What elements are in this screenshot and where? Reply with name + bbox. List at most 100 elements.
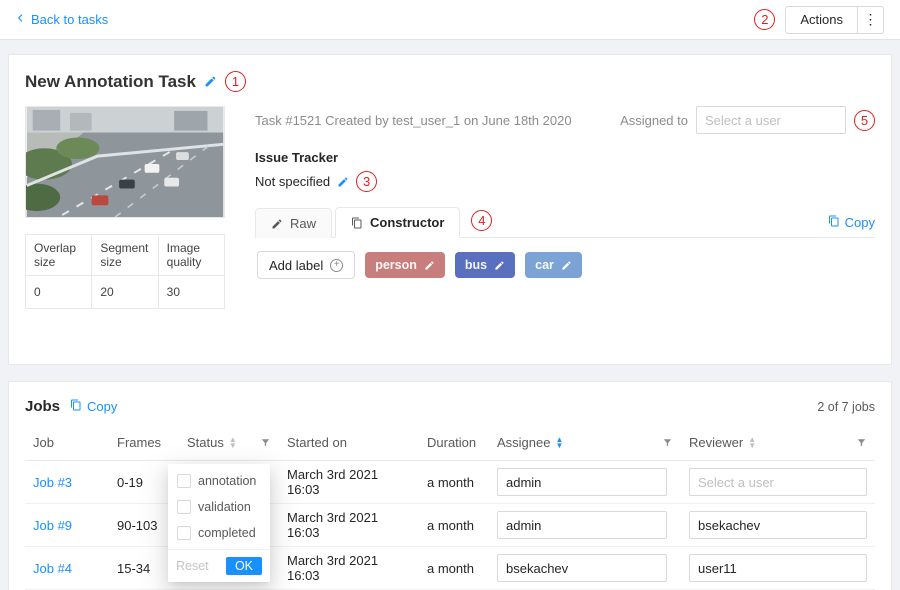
sort-icon: ▲▼ xyxy=(229,437,237,449)
back-to-tasks-link[interactable]: Back to tasks xyxy=(16,12,108,27)
reviewer-input[interactable] xyxy=(689,468,867,496)
edit-label-icon[interactable] xyxy=(424,260,435,271)
jobs-table-header-row: Job Frames Status ▲▼ Started on Duration xyxy=(25,425,875,461)
filter-option-annotation[interactable]: annotation xyxy=(168,468,270,494)
actions-button[interactable]: Actions ⋮ xyxy=(785,6,884,34)
block-icon xyxy=(351,217,363,229)
edit-title-icon[interactable] xyxy=(204,75,217,88)
col-header-status[interactable]: Status ▲▼ xyxy=(179,425,279,461)
task-assignee-input[interactable] xyxy=(696,106,846,134)
top-bar: Back to tasks 2 Actions ⋮ xyxy=(0,0,900,40)
annotation-marker-3: 3 xyxy=(356,171,377,192)
annotation-marker-5: 5 xyxy=(854,110,875,131)
edit-label-icon[interactable] xyxy=(494,260,505,271)
label-chip-car-name: car xyxy=(535,258,554,272)
param-header-segment: Segment size xyxy=(92,235,158,276)
filter-option-label: validation xyxy=(198,500,251,514)
col-header-started: Started on xyxy=(279,425,419,461)
started-cell: March 3rd 2021 16:03 xyxy=(279,461,419,504)
checkbox[interactable] xyxy=(177,474,191,488)
label-chip-bus[interactable]: bus xyxy=(455,252,515,278)
jobs-copy-link[interactable]: Copy xyxy=(70,399,117,414)
add-label-button[interactable]: Add label + xyxy=(257,251,355,279)
assigned-to-label: Assigned to xyxy=(620,113,688,128)
label-chip-car[interactable]: car xyxy=(525,252,582,278)
issue-tracker-value: Not specified xyxy=(255,174,330,189)
col-header-job: Job xyxy=(25,425,109,461)
pencil-icon xyxy=(271,218,283,230)
edit-label-icon[interactable] xyxy=(561,260,572,271)
jobs-title: Jobs xyxy=(25,398,60,415)
col-header-assignee[interactable]: Assignee ▲▼ xyxy=(489,425,681,461)
sort-icon: ▲▼ xyxy=(748,437,756,449)
jobs-card: Jobs Copy 2 of 7 jobs Job Frames Status xyxy=(8,381,892,590)
table-row: Job #3 0-19 March 3rd 2021 16:03 a month xyxy=(25,461,875,504)
annotation-marker-1: 1 xyxy=(225,71,246,92)
assignee-input[interactable] xyxy=(497,511,667,539)
reviewer-input[interactable] xyxy=(689,511,867,539)
duration-cell: a month xyxy=(419,461,489,504)
filter-option-completed[interactable]: completed xyxy=(168,520,270,546)
copy-icon xyxy=(70,399,82,414)
labels-copy-link[interactable]: Copy xyxy=(828,215,875,237)
filter-reset-button[interactable]: Reset xyxy=(176,559,209,573)
table-row: Job #9 90-103 March 3rd 2021 16:03 a mon… xyxy=(25,504,875,547)
started-cell: March 3rd 2021 16:03 xyxy=(279,547,419,590)
jobs-count: 2 of 7 jobs xyxy=(817,400,875,414)
job-link[interactable]: Job #3 xyxy=(33,475,72,490)
param-header-quality: Image quality xyxy=(158,235,224,276)
filter-icon[interactable] xyxy=(856,437,867,448)
param-value-overlap: 0 xyxy=(26,276,92,309)
tab-constructor[interactable]: Constructor xyxy=(335,207,460,238)
filter-option-label: annotation xyxy=(198,474,256,488)
tab-raw-label: Raw xyxy=(290,216,316,231)
task-params-table: Overlap size Segment size Image quality … xyxy=(25,234,225,309)
filter-icon[interactable] xyxy=(260,437,271,448)
issue-tracker-label: Issue Tracker xyxy=(255,150,875,165)
col-header-reviewer[interactable]: Reviewer ▲▼ xyxy=(681,425,875,461)
started-cell: March 3rd 2021 16:03 xyxy=(279,504,419,547)
jobs-copy-label: Copy xyxy=(87,399,117,414)
filter-option-validation[interactable]: validation xyxy=(168,494,270,520)
copy-icon xyxy=(828,215,840,230)
tab-constructor-label: Constructor xyxy=(370,215,444,230)
annotation-marker-2: 2 xyxy=(754,9,775,30)
task-thumbnail xyxy=(25,106,225,218)
checkbox[interactable] xyxy=(177,500,191,514)
sort-icon-active: ▲▼ xyxy=(555,437,563,449)
jobs-table: Job Frames Status ▲▼ Started on Duration xyxy=(25,425,875,590)
label-chip-bus-name: bus xyxy=(465,258,487,272)
actions-label: Actions xyxy=(786,12,857,27)
label-chip-person-name: person xyxy=(375,258,417,272)
checkbox[interactable] xyxy=(177,526,191,540)
task-title: New Annotation Task xyxy=(25,72,196,92)
plus-circle-icon: + xyxy=(330,259,343,272)
assignee-input[interactable] xyxy=(497,554,667,582)
edit-issue-tracker-icon[interactable] xyxy=(337,176,349,188)
status-filter-dropdown: annotation validation completed Reset OK xyxy=(168,464,270,582)
param-header-overlap: Overlap size xyxy=(26,235,92,276)
label-chip-person[interactable]: person xyxy=(365,252,445,278)
more-menu-icon[interactable]: ⋮ xyxy=(857,7,883,33)
annotation-marker-4: 4 xyxy=(471,210,492,231)
filter-ok-button[interactable]: OK xyxy=(226,557,262,575)
col-header-duration: Duration xyxy=(419,425,489,461)
back-to-tasks-label: Back to tasks xyxy=(31,12,108,27)
reviewer-input[interactable] xyxy=(689,554,867,582)
add-label-text: Add label xyxy=(269,258,323,273)
table-row: Job #4 15-34 March 3rd 2021 16:03 a mont… xyxy=(25,547,875,590)
param-value-segment: 20 xyxy=(92,276,158,309)
duration-cell: a month xyxy=(419,504,489,547)
job-link[interactable]: Job #9 xyxy=(33,518,72,533)
labels-tabs: Raw Constructor 4 Copy xyxy=(255,206,875,238)
assignee-input[interactable] xyxy=(497,468,667,496)
param-value-quality: 30 xyxy=(158,276,224,309)
duration-cell: a month xyxy=(419,547,489,590)
col-header-frames: Frames xyxy=(109,425,179,461)
job-link[interactable]: Job #4 xyxy=(33,561,72,576)
chevron-left-icon xyxy=(16,12,25,27)
tab-raw[interactable]: Raw xyxy=(255,208,332,238)
labels-copy-label: Copy xyxy=(845,215,875,230)
filter-icon[interactable] xyxy=(662,437,673,448)
filter-option-label: completed xyxy=(198,526,256,540)
